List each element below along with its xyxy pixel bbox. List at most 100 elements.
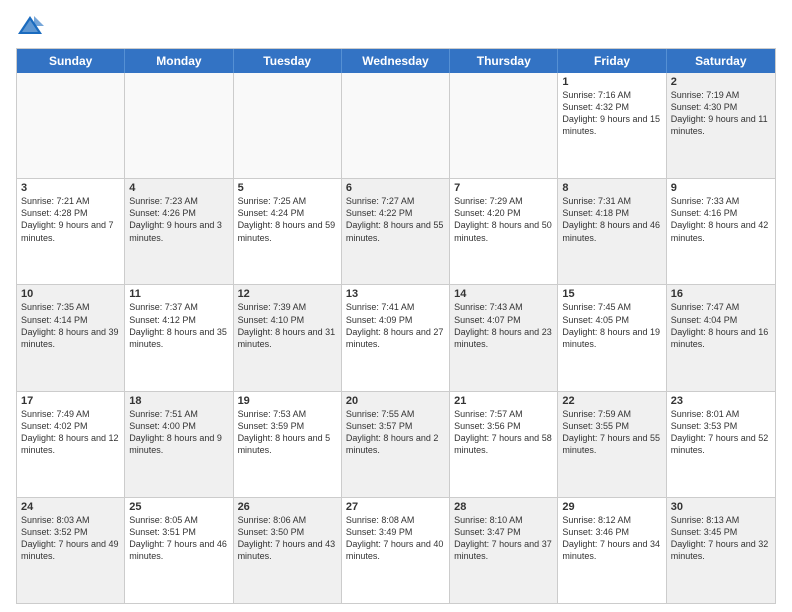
day-info: Sunrise: 7:47 AMSunset: 4:04 PMDaylight:… (671, 301, 771, 350)
day-info: Sunrise: 8:12 AMSunset: 3:46 PMDaylight:… (562, 514, 661, 563)
day-number: 12 (238, 288, 337, 300)
day-cell-24: 24Sunrise: 8:03 AMSunset: 3:52 PMDayligh… (17, 498, 125, 603)
day-cell-12: 12Sunrise: 7:39 AMSunset: 4:10 PMDayligh… (234, 285, 342, 390)
calendar-header: SundayMondayTuesdayWednesdayThursdayFrid… (17, 49, 775, 73)
header-day-saturday: Saturday (667, 49, 775, 73)
calendar-row-1: 3Sunrise: 7:21 AMSunset: 4:28 PMDaylight… (17, 179, 775, 285)
header-day-wednesday: Wednesday (342, 49, 450, 73)
day-number: 9 (671, 182, 771, 194)
day-info: Sunrise: 7:16 AMSunset: 4:32 PMDaylight:… (562, 89, 661, 138)
day-number: 30 (671, 501, 771, 513)
day-number: 14 (454, 288, 553, 300)
day-number: 27 (346, 501, 445, 513)
day-number: 23 (671, 395, 771, 407)
day-info: Sunrise: 7:59 AMSunset: 3:55 PMDaylight:… (562, 408, 661, 457)
day-cell-29: 29Sunrise: 8:12 AMSunset: 3:46 PMDayligh… (558, 498, 666, 603)
empty-cell (17, 73, 125, 178)
logo-icon (16, 12, 44, 40)
day-info: Sunrise: 7:41 AMSunset: 4:09 PMDaylight:… (346, 301, 445, 350)
day-number: 18 (129, 395, 228, 407)
day-info: Sunrise: 7:39 AMSunset: 4:10 PMDaylight:… (238, 301, 337, 350)
day-cell-16: 16Sunrise: 7:47 AMSunset: 4:04 PMDayligh… (667, 285, 775, 390)
header-day-monday: Monday (125, 49, 233, 73)
day-info: Sunrise: 7:29 AMSunset: 4:20 PMDaylight:… (454, 195, 553, 244)
day-info: Sunrise: 7:49 AMSunset: 4:02 PMDaylight:… (21, 408, 120, 457)
day-number: 20 (346, 395, 445, 407)
day-info: Sunrise: 7:55 AMSunset: 3:57 PMDaylight:… (346, 408, 445, 457)
day-info: Sunrise: 7:51 AMSunset: 4:00 PMDaylight:… (129, 408, 228, 457)
header-day-thursday: Thursday (450, 49, 558, 73)
day-number: 15 (562, 288, 661, 300)
day-cell-25: 25Sunrise: 8:05 AMSunset: 3:51 PMDayligh… (125, 498, 233, 603)
logo (16, 12, 48, 40)
day-number: 10 (21, 288, 120, 300)
day-cell-17: 17Sunrise: 7:49 AMSunset: 4:02 PMDayligh… (17, 392, 125, 497)
day-number: 22 (562, 395, 661, 407)
day-number: 25 (129, 501, 228, 513)
day-cell-13: 13Sunrise: 7:41 AMSunset: 4:09 PMDayligh… (342, 285, 450, 390)
empty-cell (234, 73, 342, 178)
day-number: 2 (671, 76, 771, 88)
day-cell-14: 14Sunrise: 7:43 AMSunset: 4:07 PMDayligh… (450, 285, 558, 390)
day-info: Sunrise: 7:57 AMSunset: 3:56 PMDaylight:… (454, 408, 553, 457)
day-cell-23: 23Sunrise: 8:01 AMSunset: 3:53 PMDayligh… (667, 392, 775, 497)
day-cell-3: 3Sunrise: 7:21 AMSunset: 4:28 PMDaylight… (17, 179, 125, 284)
day-cell-11: 11Sunrise: 7:37 AMSunset: 4:12 PMDayligh… (125, 285, 233, 390)
day-cell-21: 21Sunrise: 7:57 AMSunset: 3:56 PMDayligh… (450, 392, 558, 497)
day-number: 8 (562, 182, 661, 194)
day-info: Sunrise: 7:35 AMSunset: 4:14 PMDaylight:… (21, 301, 120, 350)
day-number: 7 (454, 182, 553, 194)
day-cell-10: 10Sunrise: 7:35 AMSunset: 4:14 PMDayligh… (17, 285, 125, 390)
page: SundayMondayTuesdayWednesdayThursdayFrid… (0, 0, 792, 612)
calendar-body: 1Sunrise: 7:16 AMSunset: 4:32 PMDaylight… (17, 73, 775, 603)
day-cell-5: 5Sunrise: 7:25 AMSunset: 4:24 PMDaylight… (234, 179, 342, 284)
calendar-row-0: 1Sunrise: 7:16 AMSunset: 4:32 PMDaylight… (17, 73, 775, 179)
day-info: Sunrise: 7:53 AMSunset: 3:59 PMDaylight:… (238, 408, 337, 457)
empty-cell (342, 73, 450, 178)
day-cell-27: 27Sunrise: 8:08 AMSunset: 3:49 PMDayligh… (342, 498, 450, 603)
day-number: 6 (346, 182, 445, 194)
day-info: Sunrise: 7:37 AMSunset: 4:12 PMDaylight:… (129, 301, 228, 350)
day-info: Sunrise: 7:33 AMSunset: 4:16 PMDaylight:… (671, 195, 771, 244)
header (16, 12, 776, 40)
day-info: Sunrise: 7:25 AMSunset: 4:24 PMDaylight:… (238, 195, 337, 244)
day-info: Sunrise: 7:23 AMSunset: 4:26 PMDaylight:… (129, 195, 228, 244)
day-info: Sunrise: 7:21 AMSunset: 4:28 PMDaylight:… (21, 195, 120, 244)
day-cell-9: 9Sunrise: 7:33 AMSunset: 4:16 PMDaylight… (667, 179, 775, 284)
header-day-tuesday: Tuesday (234, 49, 342, 73)
day-cell-22: 22Sunrise: 7:59 AMSunset: 3:55 PMDayligh… (558, 392, 666, 497)
day-number: 13 (346, 288, 445, 300)
day-number: 4 (129, 182, 228, 194)
day-cell-8: 8Sunrise: 7:31 AMSunset: 4:18 PMDaylight… (558, 179, 666, 284)
empty-cell (450, 73, 558, 178)
day-number: 19 (238, 395, 337, 407)
calendar-row-4: 24Sunrise: 8:03 AMSunset: 3:52 PMDayligh… (17, 498, 775, 603)
calendar: SundayMondayTuesdayWednesdayThursdayFrid… (16, 48, 776, 604)
day-cell-1: 1Sunrise: 7:16 AMSunset: 4:32 PMDaylight… (558, 73, 666, 178)
header-day-sunday: Sunday (17, 49, 125, 73)
day-info: Sunrise: 7:31 AMSunset: 4:18 PMDaylight:… (562, 195, 661, 244)
day-cell-2: 2Sunrise: 7:19 AMSunset: 4:30 PMDaylight… (667, 73, 775, 178)
day-number: 24 (21, 501, 120, 513)
day-info: Sunrise: 8:13 AMSunset: 3:45 PMDaylight:… (671, 514, 771, 563)
day-cell-7: 7Sunrise: 7:29 AMSunset: 4:20 PMDaylight… (450, 179, 558, 284)
day-info: Sunrise: 8:08 AMSunset: 3:49 PMDaylight:… (346, 514, 445, 563)
day-cell-28: 28Sunrise: 8:10 AMSunset: 3:47 PMDayligh… (450, 498, 558, 603)
header-day-friday: Friday (558, 49, 666, 73)
day-number: 16 (671, 288, 771, 300)
day-info: Sunrise: 8:01 AMSunset: 3:53 PMDaylight:… (671, 408, 771, 457)
day-number: 21 (454, 395, 553, 407)
day-cell-20: 20Sunrise: 7:55 AMSunset: 3:57 PMDayligh… (342, 392, 450, 497)
day-number: 11 (129, 288, 228, 300)
day-number: 3 (21, 182, 120, 194)
day-number: 5 (238, 182, 337, 194)
day-number: 29 (562, 501, 661, 513)
calendar-row-2: 10Sunrise: 7:35 AMSunset: 4:14 PMDayligh… (17, 285, 775, 391)
day-cell-15: 15Sunrise: 7:45 AMSunset: 4:05 PMDayligh… (558, 285, 666, 390)
day-cell-26: 26Sunrise: 8:06 AMSunset: 3:50 PMDayligh… (234, 498, 342, 603)
day-info: Sunrise: 7:43 AMSunset: 4:07 PMDaylight:… (454, 301, 553, 350)
day-number: 1 (562, 76, 661, 88)
day-cell-30: 30Sunrise: 8:13 AMSunset: 3:45 PMDayligh… (667, 498, 775, 603)
day-info: Sunrise: 7:45 AMSunset: 4:05 PMDaylight:… (562, 301, 661, 350)
day-info: Sunrise: 8:05 AMSunset: 3:51 PMDaylight:… (129, 514, 228, 563)
